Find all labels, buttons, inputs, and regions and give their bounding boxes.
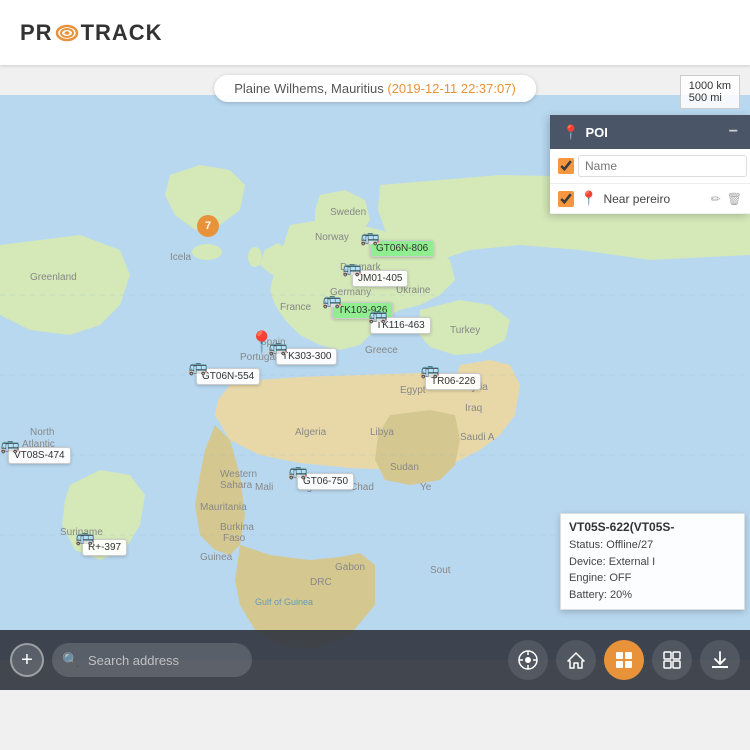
svg-text:Faso: Faso <box>223 533 246 544</box>
bottom-toolbar: + 🔍 <box>0 630 750 690</box>
poi-item-row[interactable]: 📍 Near pereiro ✏ 🗑 <box>550 184 750 214</box>
download-toolbar-button[interactable] <box>700 640 740 680</box>
svg-text:Algeria: Algeria <box>295 427 327 438</box>
vehicle-info-popup: VT05S-622(VT05S- Status: Offline/27 Devi… <box>560 513 745 610</box>
svg-text:Sweden: Sweden <box>330 207 366 218</box>
poi-search-input[interactable] <box>578 155 747 177</box>
scale-mi: 500 mi <box>689 92 731 104</box>
download-icon <box>709 649 731 671</box>
poi-search-row: ✕ + <box>550 149 750 184</box>
svg-text:Norway: Norway <box>315 232 349 243</box>
poi-item-pin-icon: 📍 <box>580 190 597 207</box>
poi-item-label: Near pereiro <box>603 192 704 206</box>
location-text: Plaine Wilhems, Mauritius <box>234 81 384 96</box>
svg-text:France: France <box>280 302 312 313</box>
vehicle-popup-battery: Battery: 20% <box>569 587 736 604</box>
vehicle-popup-device: Device: External I <box>569 554 736 571</box>
vehicle-icon-gt06n554[interactable]: 🚌 <box>188 357 208 377</box>
svg-text:Icela: Icela <box>170 252 192 263</box>
vehicle-icon-tk103926[interactable]: 🚌 <box>322 290 342 310</box>
vehicle-icon-vt08s474[interactable]: 🚌 <box>0 435 20 455</box>
svg-text:Saudi A: Saudi A <box>460 432 495 443</box>
svg-text:Gabon: Gabon <box>335 562 365 573</box>
svg-text:Gulf of Guinea: Gulf of Guinea <box>255 597 313 607</box>
svg-text:Greenland: Greenland <box>30 272 77 283</box>
vehicle-icon-jm01405[interactable]: 🚌 <box>342 258 362 278</box>
vehicle-popup-status: Status: Offline/27 <box>569 537 736 554</box>
svg-text:DRC: DRC <box>310 577 332 588</box>
vehicle-icon-gt06750[interactable]: 🚌 <box>288 461 308 481</box>
vehicle-icon-gt06n806[interactable]: 🚌 <box>360 227 380 247</box>
search-bar-container: 🔍 <box>52 643 252 677</box>
vehicle-icon-tk303300[interactable]: 🚌 <box>268 337 288 357</box>
svg-text:North: North <box>30 427 54 438</box>
svg-text:Ye: Ye <box>420 482 432 493</box>
logo-text-pr: PR <box>20 20 53 46</box>
svg-text:Western: Western <box>220 469 257 480</box>
grid-active-toolbar-button[interactable] <box>604 640 644 680</box>
vehicle-icon-tk116463[interactable]: 🚌 <box>368 305 388 325</box>
vehicle-icon-tr06226[interactable]: 🚌 <box>420 360 440 380</box>
svg-text:Turkey: Turkey <box>450 325 480 336</box>
vehicle-popup-title: VT05S-622(VT05S- <box>569 520 736 534</box>
svg-text:Mali: Mali <box>255 482 273 493</box>
header: PR TRACK <box>0 0 750 65</box>
svg-text:Iraq: Iraq <box>465 403 482 414</box>
search-icon: 🔍 <box>62 652 79 669</box>
svg-text:Sout: Sout <box>430 565 451 576</box>
logo: PR TRACK <box>20 20 163 46</box>
svg-text:Guinea: Guinea <box>200 552 233 563</box>
map-container[interactable]: Greenland Icela Sweden Norway Denmark Ge… <box>0 65 750 690</box>
location-bar: Plaine Wilhems, Mauritius (2019-12-11 22… <box>214 75 536 102</box>
poi-title: POI <box>585 125 607 140</box>
svg-text:Mauritania: Mauritania <box>200 502 247 513</box>
poi-pin-icon: 📍 <box>562 124 579 141</box>
logo-satellite-icon <box>53 22 81 44</box>
location-datetime: (2019-12-11 22:37:07) <box>387 81 515 96</box>
location-circle-icon <box>517 649 539 671</box>
location-toolbar-button[interactable] <box>508 640 548 680</box>
poi-header: 📍 POI − <box>550 115 750 149</box>
grid-outline-icon <box>661 649 683 671</box>
home-toolbar-button[interactable] <box>556 640 596 680</box>
home-icon <box>565 649 587 671</box>
svg-text:Egypt: Egypt <box>400 385 426 396</box>
scale-km: 1000 km <box>689 80 731 92</box>
add-button[interactable]: + <box>10 643 44 677</box>
poi-panel: 📍 POI − ✕ + 📍 Near pereiro ✏ 🗑 <box>550 115 750 214</box>
poi-item-checkbox[interactable] <box>558 191 574 207</box>
vehicle-popup-engine: Engine: OFF <box>569 570 736 587</box>
poi-item-delete-button[interactable]: 🗑 <box>727 192 742 206</box>
svg-text:Greece: Greece <box>365 345 398 356</box>
vehicle-icon-r397[interactable]: 🚌 <box>75 527 95 547</box>
scale-indicator: 1000 km 500 mi <box>680 75 740 109</box>
grid-toolbar-button[interactable] <box>652 640 692 680</box>
svg-text:Sudan: Sudan <box>390 462 419 473</box>
grid-active-icon <box>613 649 635 671</box>
logo-text-track: TRACK <box>81 20 163 46</box>
svg-text:Sahara: Sahara <box>220 480 253 491</box>
svg-text:Burkina: Burkina <box>220 522 254 533</box>
search-address-input[interactable] <box>52 643 252 677</box>
cluster-badge[interactable]: 7 <box>197 215 219 237</box>
poi-item-edit-button[interactable]: ✏ <box>711 192 721 206</box>
poi-minimize-button[interactable]: − <box>729 123 738 141</box>
poi-search-checkbox[interactable] <box>558 158 574 174</box>
svg-text:Libya: Libya <box>370 427 394 438</box>
